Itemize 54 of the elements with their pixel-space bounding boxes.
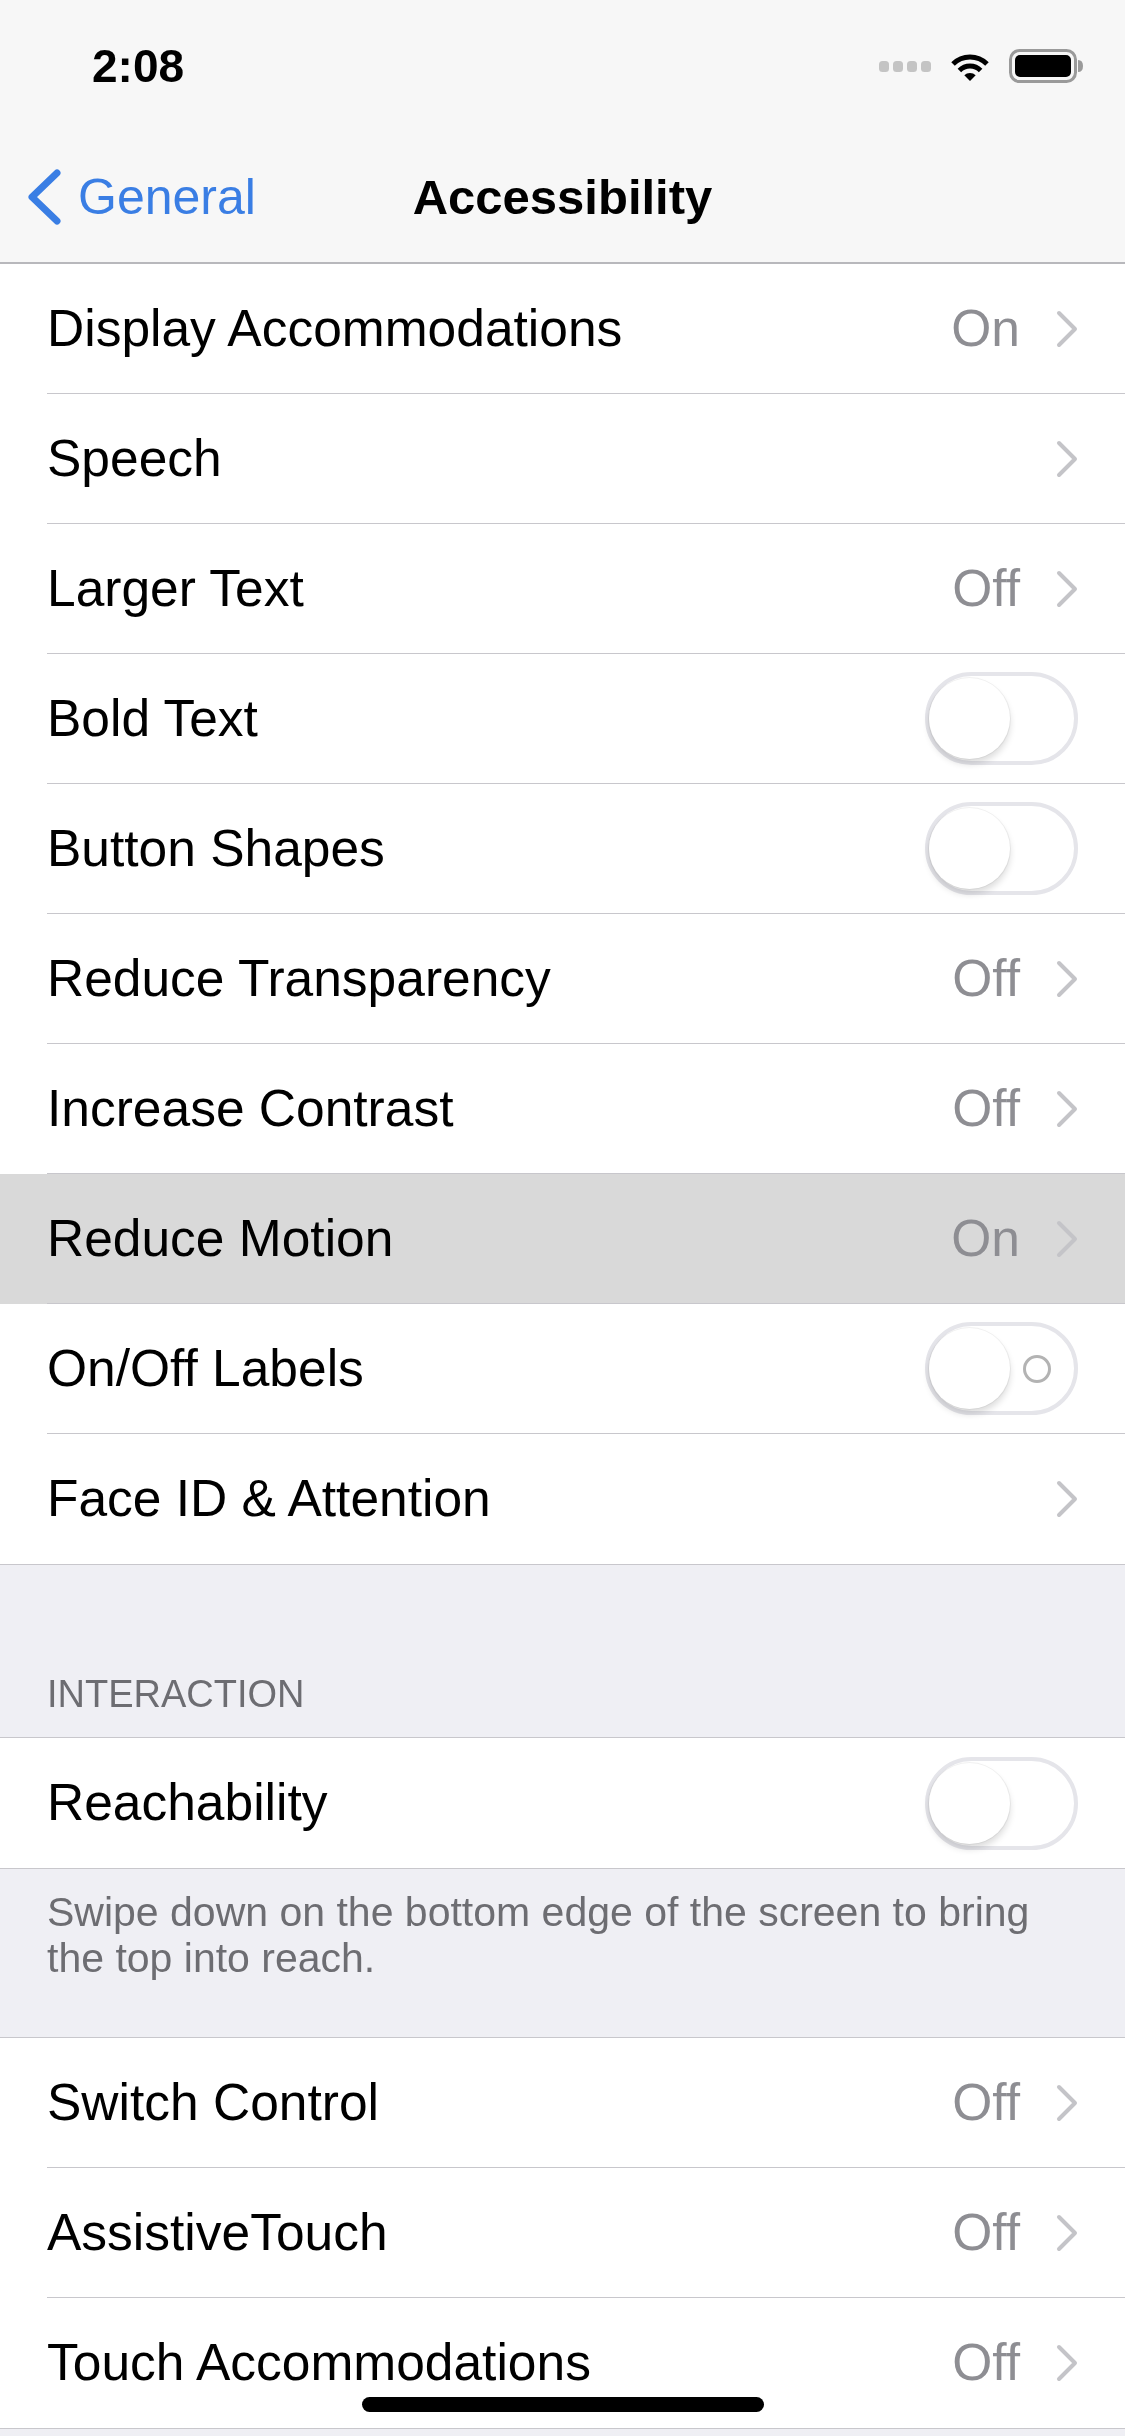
settings-row[interactable]: Switch Control Off: [0, 2038, 1125, 2168]
row-value: Off: [952, 1078, 1020, 1139]
row-label: Switch Control: [47, 2072, 379, 2133]
row-label: Increase Contrast: [47, 1078, 454, 1139]
chevron-left-icon: [26, 168, 62, 226]
chevron-right-icon: [1056, 2344, 1078, 2382]
row-value: On: [951, 1208, 1020, 1269]
row-label: Speech: [47, 428, 222, 489]
settings-row[interactable]: Button Shapes: [0, 784, 1125, 914]
nav-title: Accessibility: [412, 169, 713, 225]
settings-row[interactable]: Touch Accommodations Off: [0, 2298, 1125, 2428]
ring-icon: [1022, 1353, 1052, 1384]
row-label: Touch Accommodations: [47, 2333, 591, 2393]
settings-row[interactable]: Reachability: [0, 1738, 1125, 1868]
chevron-right-icon: [1056, 2213, 1078, 2252]
back-button[interactable]: General: [26, 168, 256, 226]
row-label: Face ID & Attention: [47, 1469, 491, 1529]
row-label: Reduce Transparency: [47, 948, 551, 1009]
row-value: Off: [952, 2333, 1020, 2393]
settings-row[interactable]: Bold Text: [0, 654, 1125, 784]
settings-row[interactable]: Larger Text Off: [0, 524, 1125, 654]
settings-row[interactable]: Face ID & Attention: [0, 1434, 1125, 1564]
row-label: Larger Text: [47, 558, 304, 619]
row-label: On/Off Labels: [47, 1338, 364, 1399]
row-label: Display Accommodations: [47, 298, 623, 359]
row-label: AssistiveTouch: [47, 2202, 388, 2263]
status-time: 2:08: [92, 39, 185, 93]
settings-row[interactable]: On/Off Labels: [0, 1304, 1125, 1434]
row-label: Reachability: [47, 1773, 328, 1833]
section-footer: Swipe down on the bottom edge of the screen to bring the top into reach.: [0, 1869, 1125, 1981]
row-value: Off: [952, 948, 1020, 1009]
signal-icon: [879, 60, 931, 72]
row-value: Off: [952, 558, 1020, 619]
settings-row[interactable]: AssistiveTouch Off: [0, 2168, 1125, 2298]
section-header: INTERACTION: [46, 1672, 306, 1717]
row-label: Button Shapes: [47, 818, 385, 879]
chevron-right-icon: [1056, 439, 1078, 478]
chevron-right-icon: [1056, 959, 1078, 998]
row-value: On: [951, 298, 1020, 359]
chevron-right-icon: [1056, 309, 1078, 348]
chevron-right-icon: [1056, 1089, 1078, 1128]
row-value: Off: [952, 2072, 1020, 2133]
chevron-right-icon: [1056, 2083, 1078, 2122]
settings-row[interactable]: Reduce Motion On: [0, 1174, 1125, 1304]
row-label: Bold Text: [47, 688, 258, 749]
settings-row[interactable]: Increase Contrast Off: [0, 1044, 1125, 1174]
chevron-right-icon: [1056, 569, 1078, 608]
row-value: Off: [952, 2202, 1020, 2263]
settings-row[interactable]: Display Accommodations On: [0, 264, 1125, 394]
settings-row[interactable]: Speech: [0, 394, 1125, 524]
row-label: Reduce Motion: [47, 1208, 394, 1269]
battery-icon: [1009, 49, 1083, 83]
chevron-right-icon: [1056, 1480, 1078, 1518]
settings-row[interactable]: Reduce Transparency Off: [0, 914, 1125, 1044]
